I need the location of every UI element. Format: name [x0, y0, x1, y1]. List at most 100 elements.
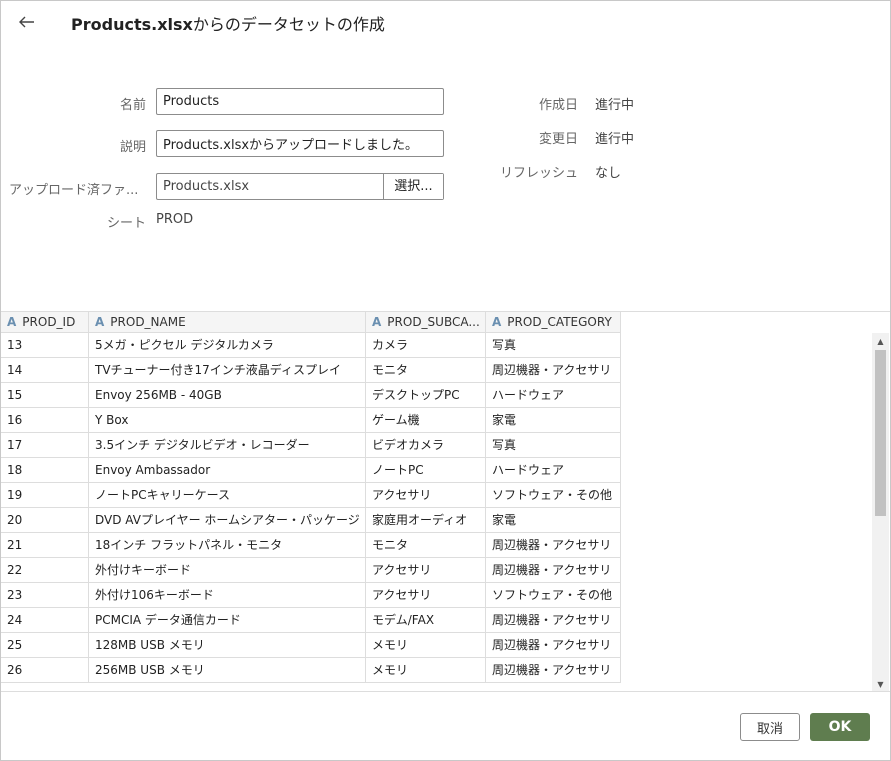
column-header-prod-category[interactable]: A PROD_CATEGORY: [486, 312, 621, 332]
table-row[interactable]: 15 Envoy 256MB - 40GB デスクトップPC ハードウェア: [1, 383, 871, 408]
created-value: 進行中: [595, 98, 635, 113]
uploaded-file-name: Products.xlsx: [163, 179, 250, 194]
table-cell: 19: [1, 483, 89, 508]
table-cell: 18: [1, 458, 89, 483]
table-cell: DVD AVプレイヤー ホームシアター・パッケージ: [89, 508, 366, 533]
table-cell: 3.5インチ デジタルビデオ・レコーダー: [89, 433, 366, 458]
table-cell: 17: [1, 433, 89, 458]
table-cell: 5メガ・ピクセル デジタルカメラ: [89, 333, 366, 358]
cancel-button[interactable]: 取消: [740, 713, 800, 741]
table-cell: アクセサリ: [366, 558, 486, 583]
name-label: 名前: [119, 98, 146, 113]
table-cell: 周辺機器・アクセサリ: [486, 658, 621, 683]
modified-label: 変更日: [538, 132, 578, 147]
table-row[interactable]: 25 128MB USB メモリ メモリ 周辺機器・アクセサリ: [1, 633, 871, 658]
table-cell: 家庭用オーディオ: [366, 508, 486, 533]
table-row[interactable]: 24 PCMCIA データ通信カード モデム/FAX 周辺機器・アクセサリ: [1, 608, 871, 633]
column-header-prod-subcategory[interactable]: A PROD_SUBCA...: [366, 312, 486, 332]
vertical-scrollbar[interactable]: ▲ ▼: [872, 333, 889, 691]
table-cell: 18インチ フラットパネル・モニタ: [89, 533, 366, 558]
table-cell: メモリ: [366, 658, 486, 683]
table-cell: ソフトウェア・その他: [486, 483, 621, 508]
table-cell: 24: [1, 608, 89, 633]
table-cell: 22: [1, 558, 89, 583]
table-cell: モニタ: [366, 533, 486, 558]
table-cell: 15: [1, 383, 89, 408]
description-label: 説明: [119, 140, 146, 155]
name-input[interactable]: [156, 88, 444, 115]
create-dataset-dialog: Products.xlsxからのデータセットの作成 名前 説明 アップロード済フ…: [0, 0, 891, 761]
table-row[interactable]: 19 ノートPCキャリーケース アクセサリ ソフトウェア・その他: [1, 483, 871, 508]
table-row[interactable]: 17 3.5インチ デジタルビデオ・レコーダー ビデオカメラ 写真: [1, 433, 871, 458]
table-row[interactable]: 26 256MB USB メモリ メモリ 周辺機器・アクセサリ: [1, 658, 871, 683]
table-cell: モデム/FAX: [366, 608, 486, 633]
table-cell: ゲーム機: [366, 408, 486, 433]
scroll-down-icon[interactable]: ▼: [872, 676, 889, 691]
select-file-button[interactable]: 選択...: [383, 174, 443, 199]
description-input[interactable]: [156, 130, 444, 157]
table-row[interactable]: 23 外付け106キーボード アクセサリ ソフトウェア・その他: [1, 583, 871, 608]
table-row[interactable]: 22 外付けキーボード アクセサリ 周辺機器・アクセサリ: [1, 558, 871, 583]
column-header-label: PROD_NAME: [110, 315, 186, 329]
arrow-left-icon: [19, 16, 34, 28]
table-cell: ソフトウェア・その他: [486, 583, 621, 608]
table-cell: Envoy Ambassador: [89, 458, 366, 483]
column-header-label: PROD_SUBCA...: [387, 315, 480, 329]
dialog-title: Products.xlsxからのデータセットの作成: [71, 11, 385, 35]
table-row[interactable]: 13 5メガ・ピクセル デジタルカメラ カメラ 写真: [1, 333, 871, 358]
uploaded-file-label: アップロード済ファ...: [9, 183, 139, 198]
ok-button[interactable]: OK: [810, 713, 870, 741]
dialog-header: Products.xlsxからのデータセットの作成: [1, 1, 890, 43]
dialog-footer: 取消 OK: [1, 691, 890, 760]
grid-header: A PROD_ID A PROD_NAME A PROD_SUBCA... A PROD…: [1, 312, 621, 333]
table-cell: ノートPCキャリーケース: [89, 483, 366, 508]
title-text: からのデータセットの作成: [192, 15, 385, 34]
table-cell: 14: [1, 358, 89, 383]
created-label: 作成日: [538, 98, 578, 113]
text-type-icon: A: [7, 315, 17, 329]
table-cell: PCMCIA データ通信カード: [89, 608, 366, 633]
table-cell: デスクトップPC: [366, 383, 486, 408]
table-cell: モニタ: [366, 358, 486, 383]
table-cell: カメラ: [366, 333, 486, 358]
table-row[interactable]: 14 TVチューナー付き17インチ液晶ディスプレイ モニタ 周辺機器・アクセサリ: [1, 358, 871, 383]
table-cell: アクセサリ: [366, 483, 486, 508]
table-cell: Envoy 256MB - 40GB: [89, 383, 366, 408]
title-filename: Products.xlsx: [71, 15, 193, 34]
table-cell: 写真: [486, 333, 621, 358]
refresh-value: なし: [595, 166, 622, 181]
table-row[interactable]: 21 18インチ フラットパネル・モニタ モニタ 周辺機器・アクセサリ: [1, 533, 871, 558]
table-cell: 25: [1, 633, 89, 658]
table-row[interactable]: 18 Envoy Ambassador ノートPC ハードウェア: [1, 458, 871, 483]
column-header-prod-id[interactable]: A PROD_ID: [1, 312, 89, 332]
sheet-label: シート: [106, 216, 146, 231]
table-cell: 21: [1, 533, 89, 558]
table-cell: 128MB USB メモリ: [89, 633, 366, 658]
back-button[interactable]: [15, 10, 39, 34]
table-cell: ハードウェア: [486, 458, 621, 483]
table-cell: 周辺機器・アクセサリ: [486, 633, 621, 658]
table-cell: 周辺機器・アクセサリ: [486, 608, 621, 633]
table-cell: 外付け106キーボード: [89, 583, 366, 608]
table-row[interactable]: 16 Y Box ゲーム機 家電: [1, 408, 871, 433]
data-preview-grid: A PROD_ID A PROD_NAME A PROD_SUBCA... A PROD…: [1, 311, 890, 691]
table-cell: アクセサリ: [366, 583, 486, 608]
table-cell: 周辺機器・アクセサリ: [486, 558, 621, 583]
grid-body: 13 5メガ・ピクセル デジタルカメラ カメラ 写真 14 TVチューナー付き17インチ液…: [1, 333, 871, 683]
table-cell: TVチューナー付き17インチ液晶ディスプレイ: [89, 358, 366, 383]
text-type-icon: A: [372, 315, 382, 329]
text-type-icon: A: [95, 315, 105, 329]
table-cell: 周辺機器・アクセサリ: [486, 358, 621, 383]
table-cell: 家電: [486, 408, 621, 433]
table-cell: 16: [1, 408, 89, 433]
table-cell: ノートPC: [366, 458, 486, 483]
scrollbar-thumb[interactable]: [875, 350, 886, 516]
column-header-prod-name[interactable]: A PROD_NAME: [89, 312, 366, 332]
table-cell: ハードウェア: [486, 383, 621, 408]
table-row[interactable]: 20 DVD AVプレイヤー ホームシアター・パッケージ 家庭用オーディオ 家電: [1, 508, 871, 533]
scroll-up-icon[interactable]: ▲: [872, 333, 889, 349]
modified-value: 進行中: [595, 132, 635, 147]
table-cell: 写真: [486, 433, 621, 458]
table-cell: ビデオカメラ: [366, 433, 486, 458]
table-cell: 家電: [486, 508, 621, 533]
